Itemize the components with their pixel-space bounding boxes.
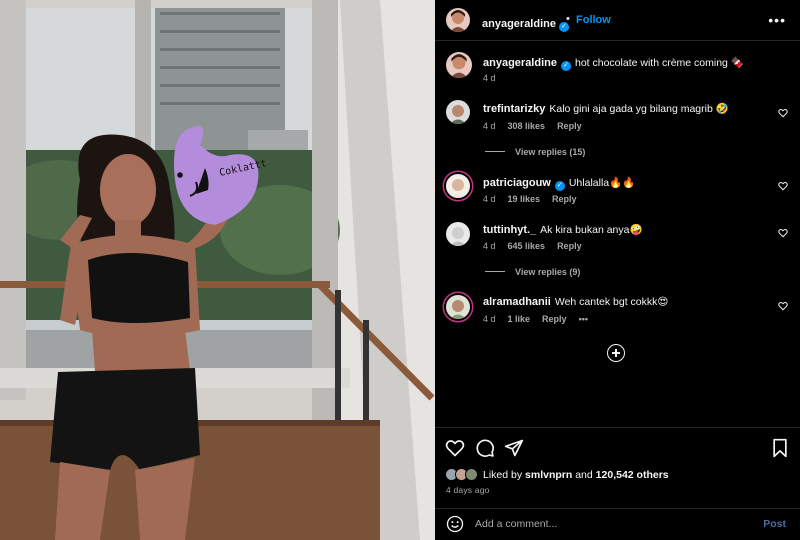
verified-badge-icon: ✓ — [560, 61, 571, 71]
add-comment-bar: Add a comment... Post — [435, 508, 800, 540]
avatar-image-icon — [446, 8, 470, 32]
reply-line — [485, 271, 505, 272]
post-time-ago[interactable]: 4 days ago — [446, 485, 490, 495]
comment-text: Ak kira bukan anya🤪 — [540, 224, 643, 236]
comment-likes[interactable]: 1 like — [508, 314, 531, 324]
reply-button[interactable]: Reply — [557, 241, 582, 251]
follow-button[interactable]: Follow — [576, 14, 611, 26]
liked-by-and: and — [575, 469, 593, 481]
share-send-icon[interactable] — [504, 438, 524, 458]
load-more-comments-icon[interactable] — [607, 344, 625, 362]
comment-likes[interactable]: 19 likes — [508, 194, 541, 204]
heart-outline-icon[interactable] — [778, 228, 788, 238]
comment-row: trefintarizky Kalo gini aja gada yg bilan… — [483, 102, 729, 115]
avatar-image-icon — [446, 174, 470, 198]
comment-text: Kalo gini aja gada yg bilang magrib 🤣 — [549, 103, 729, 115]
post-actions: Liked by smlvnprn and 120,542 others 4 d… — [435, 427, 800, 513]
header-separator: • — [566, 13, 570, 25]
reply-button[interactable]: Reply — [557, 121, 582, 131]
comment-row: tuttinhyt._ Ak kira bukan anya🤪 — [483, 223, 643, 236]
add-comment-input[interactable]: Add a comment... — [475, 518, 557, 530]
comment-time[interactable]: 4 d — [483, 314, 496, 324]
caption-meta: 4 d — [483, 73, 508, 83]
comment-meta: 4 d 19 likes Reply — [483, 194, 589, 204]
view-replies-label: View replies (9) — [515, 267, 581, 277]
reply-button[interactable]: Reply — [552, 194, 577, 204]
author-avatar[interactable] — [446, 8, 470, 32]
photo-scene — [0, 0, 435, 540]
header-user[interactable]: anyageraldine ✓ — [482, 14, 569, 32]
comment-avatar[interactable] — [446, 174, 470, 198]
comment-avatar[interactable] — [446, 222, 470, 246]
comment-username[interactable]: tuttinhyt._ — [483, 224, 536, 236]
view-replies-label: View replies (15) — [515, 147, 586, 157]
likes-count-link[interactable]: 120,542 others — [596, 469, 669, 481]
view-replies-button[interactable]: View replies (9) — [485, 267, 580, 277]
post-side-panel: anyageraldine ✓ • Follow ••• anyageraldin… — [435, 0, 800, 540]
comment-time[interactable]: 4 d — [483, 194, 496, 204]
caption-avatar[interactable] — [446, 52, 472, 78]
comment-time[interactable]: 4 d — [483, 241, 496, 251]
bookmark-icon[interactable] — [770, 438, 790, 458]
view-replies-button[interactable]: View replies (15) — [485, 147, 585, 157]
comment-row: alramadhanii Weh cantek bgt cokkk😍 — [483, 296, 668, 308]
reply-line — [485, 151, 505, 152]
reply-button[interactable]: Reply — [542, 314, 567, 324]
heart-outline-icon[interactable] — [778, 301, 788, 311]
comment-row: patriciagouw ✓ Uhlalalla🔥🔥 — [483, 176, 635, 191]
caption-username[interactable]: anyageraldine — [483, 57, 557, 69]
caption: anyageraldine ✓ hot chocolate with crème c… — [483, 56, 744, 71]
comment-meta: 4 d 308 likes Reply — [483, 121, 594, 131]
comment-username[interactable]: alramadhanii — [483, 296, 551, 308]
comment-bubble-icon[interactable] — [475, 438, 495, 458]
emoji-smiley-icon[interactable] — [446, 515, 464, 533]
comment-username[interactable]: trefintarizky — [483, 103, 545, 115]
liked-by-prefix: Liked by — [483, 469, 523, 481]
caption-time[interactable]: 4 d — [483, 73, 496, 83]
heart-outline-icon[interactable] — [778, 108, 788, 118]
author-username[interactable]: anyageraldine — [482, 18, 556, 30]
comment-avatar[interactable] — [446, 100, 470, 124]
comment-text: Weh cantek bgt cokkk😍 — [554, 296, 669, 308]
comment-avatar[interactable] — [446, 295, 470, 319]
caption-text: hot chocolate with crème coming 🍫 — [574, 57, 744, 69]
avatar-image-icon — [446, 295, 470, 319]
post-comment-button[interactable]: Post — [763, 518, 786, 530]
comment-meta: 4 d 645 likes Reply — [483, 241, 594, 251]
avatar-image-icon — [446, 100, 470, 124]
comment-username[interactable]: patriciagouw — [483, 177, 551, 189]
liked-by-user[interactable]: smlvnprn — [525, 469, 572, 481]
liked-avatar — [465, 468, 478, 481]
comment-likes[interactable]: 645 likes — [508, 241, 546, 251]
post-photo[interactable]: Coklattt — [0, 0, 435, 540]
comment-meta: 4 d 1 like Reply ••• — [483, 314, 600, 324]
verified-badge-icon: ✓ — [554, 181, 565, 191]
liked-by-text: Liked by smlvnprn and 120,542 others — [483, 469, 669, 481]
comment-likes[interactable]: 308 likes — [508, 121, 546, 131]
post-header: anyageraldine ✓ • Follow ••• — [435, 0, 800, 41]
comment-time[interactable]: 4 d — [483, 121, 496, 131]
like-heart-icon[interactable] — [445, 438, 465, 458]
avatar-image-icon — [446, 222, 470, 246]
heart-outline-icon[interactable] — [778, 181, 788, 191]
avatar-image-icon — [446, 52, 472, 78]
ellipsis-icon[interactable]: ••• — [768, 12, 786, 28]
comment-options-icon[interactable]: ••• — [579, 314, 588, 324]
comment-text: Uhlalalla🔥🔥 — [568, 177, 636, 189]
